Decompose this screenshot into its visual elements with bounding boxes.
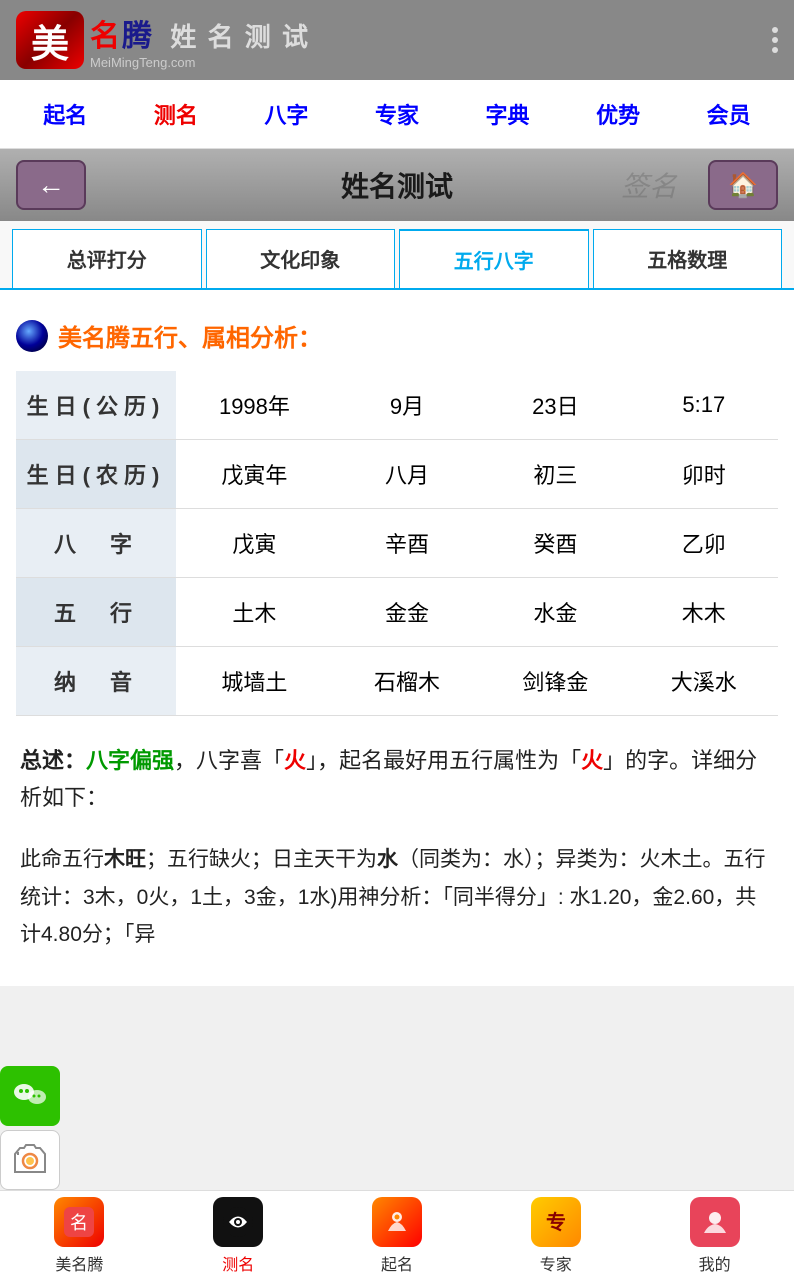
nav-item-qiming[interactable]: 起名 xyxy=(35,94,95,134)
page-header: ← 签名 姓名测试 🏠 xyxy=(0,149,794,221)
detail-line1: 此命五行木旺；五行缺火；日主天干为水（同类为：水）；异类为：火木土。五行统计：3… xyxy=(20,848,766,947)
bottom-nav-mmt[interactable]: 名 美名腾 xyxy=(0,1191,159,1280)
cell-lunar-month: 八月 xyxy=(333,440,481,509)
bottom-nav-naming[interactable]: 起名 xyxy=(318,1191,477,1280)
bottom-nav: 名 美名腾 测名 起名 xyxy=(0,1190,794,1280)
section-title-text: 美名腾五行、属相分析： xyxy=(58,318,322,353)
bottom-nav-cename-icon xyxy=(213,1197,263,1247)
wechat-float-icon[interactable] xyxy=(0,1066,60,1126)
logo-teng: 腾 xyxy=(122,20,154,53)
summary-middle1: ，八字喜「 xyxy=(174,748,284,773)
cell-bazi-4: 乙卯 xyxy=(630,509,778,578)
section-header: 美名腾五行、属相分析： xyxy=(16,318,778,353)
cell-day: 23日 xyxy=(481,371,629,440)
bottom-nav-mine-label: 我的 xyxy=(699,1251,731,1275)
detail-section: 此命五行木旺；五行缺火；日主天干为水（同类为：水）；异类为：火木土。五行统计：3… xyxy=(16,833,778,970)
cell-wuxing-1: 土木 xyxy=(176,578,333,647)
summary-middle2: 」，起名最好用五行属性为「 xyxy=(306,748,581,773)
svg-text:专: 专 xyxy=(546,1210,566,1234)
bazi-table: 生日(公历) 1998年 9月 23日 5:17 生日(农历) 戊寅年 八月 初… xyxy=(16,371,778,716)
summary-highlight2: 火 xyxy=(284,748,306,773)
bottom-nav-naming-icon xyxy=(372,1197,422,1247)
cell-wuxing-4: 木木 xyxy=(630,578,778,647)
section-icon xyxy=(16,320,48,352)
calligraphy-decoration: 签名 xyxy=(589,149,709,221)
nav-item-bazi[interactable]: 八字 xyxy=(256,94,316,134)
summary-highlight3: 火 xyxy=(581,748,603,773)
row-header-bazi: 八 字 xyxy=(16,509,176,578)
cell-wuxing-3: 水金 xyxy=(481,578,629,647)
summary-section: 总述：八字偏强，八字喜「火」，起名最好用五行属性为「火」的字。详细分析如下： xyxy=(16,726,778,833)
row-header-birthday-solar: 生日(公历) xyxy=(16,371,176,440)
logo-slogan: 姓 名 测 试 xyxy=(170,22,310,52)
cell-wuxing-2: 金金 xyxy=(333,578,481,647)
row-header-birthday-lunar: 生日(农历) xyxy=(16,440,176,509)
cell-bazi-3: 癸酉 xyxy=(481,509,629,578)
float-icons xyxy=(0,1066,60,1190)
cell-nayin-1: 城墙土 xyxy=(176,647,333,716)
home-button[interactable]: 🏠 xyxy=(708,160,778,210)
main-nav: 起名 测名 八字 专家 字典 优势 会员 xyxy=(0,80,794,149)
bottom-nav-mine-icon xyxy=(690,1197,740,1247)
table-row: 生日(公历) 1998年 9月 23日 5:17 xyxy=(16,371,778,440)
summary-highlight1: 八字偏强 xyxy=(86,748,174,773)
cell-lunar-year: 戊寅年 xyxy=(176,440,333,509)
svg-text:名: 名 xyxy=(70,1213,88,1233)
row-header-wuxing: 五 行 xyxy=(16,578,176,647)
content-area: 美名腾五行、属相分析： 生日(公历) 1998年 9月 23日 5:17 生日(… xyxy=(0,290,794,986)
more-menu-button[interactable] xyxy=(772,27,778,53)
cell-lunar-hour: 卯时 xyxy=(630,440,778,509)
nav-item-youshi[interactable]: 优势 xyxy=(588,94,648,134)
cell-bazi-1: 戊寅 xyxy=(176,509,333,578)
app-header: 美 名腾 姓 名 测 试 MeiMingTeng.com xyxy=(0,0,794,80)
bottom-nav-cename-label: 测名 xyxy=(222,1251,254,1275)
bottom-nav-expert[interactable]: 专 专家 xyxy=(476,1191,635,1280)
nav-item-zidian[interactable]: 字典 xyxy=(478,94,538,134)
tab-zonping[interactable]: 总评打分 xyxy=(12,229,202,288)
nav-item-cename[interactable]: 测名 xyxy=(146,94,206,134)
back-button[interactable]: ← xyxy=(16,160,86,210)
cell-year: 1998年 xyxy=(176,371,333,440)
row-header-nayin: 纳 音 xyxy=(16,647,176,716)
tab-bar: 总评打分 文化印象 五行八字 五格数理 xyxy=(0,221,794,290)
cell-month: 9月 xyxy=(333,371,481,440)
table-row: 纳 音 城墙土 石榴木 剑锋金 大溪水 xyxy=(16,647,778,716)
table-row: 八 字 戊寅 辛酉 癸酉 乙卯 xyxy=(16,509,778,578)
cell-nayin-3: 剑锋金 xyxy=(481,647,629,716)
cell-bazi-2: 辛酉 xyxy=(333,509,481,578)
cell-lunar-day: 初三 xyxy=(481,440,629,509)
cell-hour: 5:17 xyxy=(630,371,778,440)
camera-float-icon[interactable] xyxy=(0,1130,60,1190)
cell-nayin-4: 大溪水 xyxy=(630,647,778,716)
summary-prefix: 总述： xyxy=(20,748,86,773)
table-row: 生日(农历) 戊寅年 八月 初三 卯时 xyxy=(16,440,778,509)
tab-wenhua[interactable]: 文化印象 xyxy=(206,229,396,288)
nav-item-zhuanjia[interactable]: 专家 xyxy=(367,94,427,134)
logo-subtitle: MeiMingTeng.com xyxy=(90,55,310,70)
bottom-nav-mine[interactable]: 我的 xyxy=(635,1191,794,1280)
tab-wuge[interactable]: 五格数理 xyxy=(593,229,783,288)
nav-item-huiyuan[interactable]: 会员 xyxy=(699,94,759,134)
bottom-nav-mmt-label: 美名腾 xyxy=(55,1251,103,1275)
logo-mei: 名 xyxy=(90,20,122,53)
bottom-nav-cename[interactable]: 测名 xyxy=(159,1191,318,1280)
table-row: 五 行 土木 金金 水金 木木 xyxy=(16,578,778,647)
tab-wuxing[interactable]: 五行八字 xyxy=(399,229,589,288)
bottom-nav-naming-label: 起名 xyxy=(381,1251,413,1275)
cell-nayin-2: 石榴木 xyxy=(333,647,481,716)
bottom-nav-mmt-icon: 名 xyxy=(54,1197,104,1247)
logo: 美 名腾 姓 名 测 试 MeiMingTeng.com xyxy=(16,11,310,70)
bottom-nav-expert-icon: 专 xyxy=(531,1197,581,1247)
bottom-nav-expert-label: 专家 xyxy=(540,1251,572,1275)
